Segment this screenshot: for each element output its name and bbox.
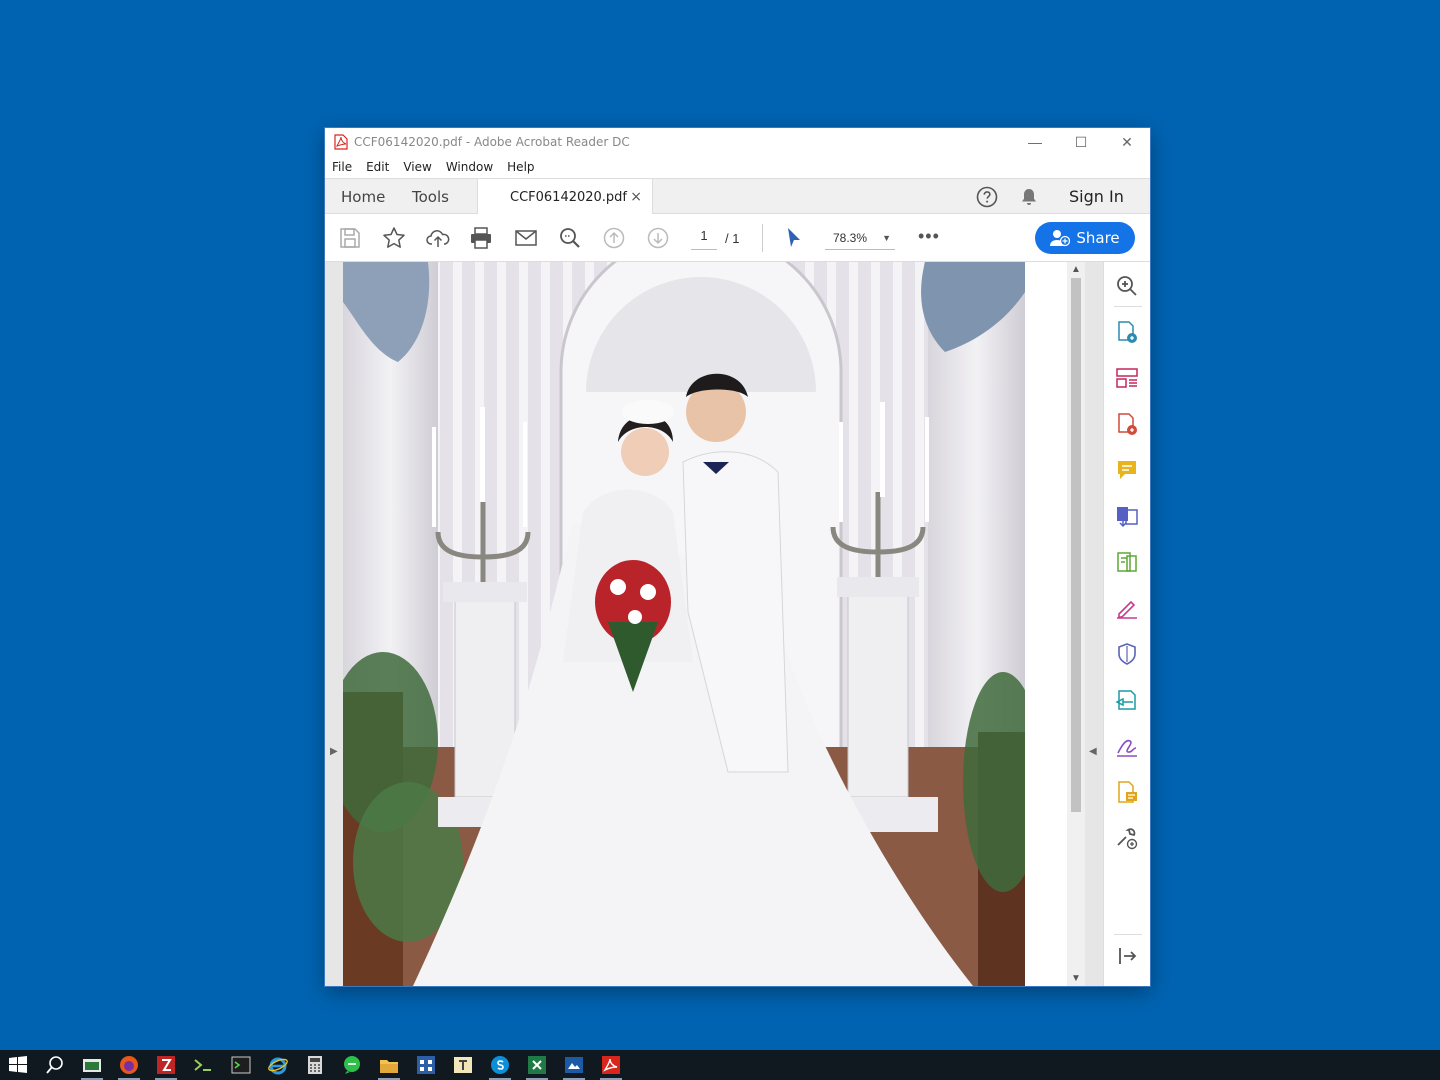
taskbar <box>0 1050 1440 1080</box>
combine-files-icon[interactable] <box>1115 504 1139 528</box>
select-cursor-icon[interactable] <box>782 226 806 250</box>
firefox-icon[interactable] <box>118 1054 140 1076</box>
organize-pages-icon[interactable] <box>1115 366 1139 390</box>
sign-in-link[interactable]: Sign In <box>1069 187 1124 206</box>
compress-icon[interactable] <box>1115 550 1139 574</box>
more-tools-icon[interactable] <box>1115 826 1139 850</box>
acrobat-app-icon <box>334 134 348 150</box>
request-signature-icon[interactable] <box>1115 734 1139 758</box>
expand-left-pane-icon[interactable]: ▶ <box>330 746 338 757</box>
fill-sign-icon[interactable] <box>1115 596 1139 620</box>
app-1-icon[interactable] <box>81 1054 103 1076</box>
search-icon[interactable] <box>44 1054 66 1076</box>
menu-file[interactable]: File <box>332 160 352 174</box>
previous-page-icon[interactable] <box>602 226 626 250</box>
cloud-upload-icon[interactable] <box>426 226 450 250</box>
export-pdf-icon[interactable] <box>1115 412 1139 436</box>
wedding-photo-page <box>343 262 1025 986</box>
help-icon[interactable] <box>976 186 998 208</box>
acrobat-window: CCF06142020.pdf - Adobe Acrobat Reader D… <box>325 128 1150 986</box>
terminal-icon[interactable] <box>230 1054 252 1076</box>
email-icon[interactable] <box>514 226 538 250</box>
pane-divider <box>1114 306 1142 307</box>
save-icon[interactable] <box>338 226 362 250</box>
tab-tools[interactable]: Tools <box>412 179 449 214</box>
scroll-up-icon[interactable]: ▲ <box>1071 264 1081 275</box>
minimize-button[interactable]: — <box>1012 128 1058 156</box>
add-user-icon <box>1050 230 1071 247</box>
title-bar: CCF06142020.pdf - Adobe Acrobat Reader D… <box>325 128 1150 156</box>
skype-icon[interactable] <box>489 1054 511 1076</box>
page-total: / 1 <box>725 231 740 246</box>
create-pdf-icon[interactable] <box>1115 320 1139 344</box>
zoom-level-dropdown[interactable]: 78.3% ▼ <box>825 228 895 250</box>
tab-document-label: CCF06142020.pdf <box>510 189 628 205</box>
send-review-icon[interactable] <box>1115 688 1139 712</box>
app-15-icon[interactable] <box>563 1054 585 1076</box>
calculator-icon[interactable] <box>304 1054 326 1076</box>
page-margin <box>1025 262 1067 986</box>
menu-edit[interactable]: Edit <box>366 160 389 174</box>
more-tools-ellipsis-icon[interactable]: ••• <box>918 226 940 247</box>
zoom-value: 78.3% <box>833 231 868 245</box>
zoom-search-icon[interactable] <box>558 226 582 250</box>
chat-icon[interactable] <box>341 1054 363 1076</box>
filezilla-icon[interactable] <box>155 1054 177 1076</box>
collapse-panel-icon[interactable] <box>1115 944 1139 968</box>
edit-pdf-icon[interactable] <box>1115 780 1139 804</box>
app-12-icon[interactable] <box>452 1054 474 1076</box>
share-button[interactable]: Share <box>1035 222 1135 254</box>
tab-close-button[interactable]: × <box>630 189 642 205</box>
excel-icon[interactable] <box>526 1054 548 1076</box>
document-viewport[interactable]: ▶ ▲ ▼ ◀ <box>325 262 1103 986</box>
toolbar-divider <box>762 224 763 252</box>
chevron-down-icon: ▼ <box>882 233 891 243</box>
comment-icon[interactable] <box>1115 458 1139 482</box>
menu-view[interactable]: View <box>403 160 431 174</box>
notification-bell-icon[interactable] <box>1019 187 1039 207</box>
menu-window[interactable]: Window <box>446 160 493 174</box>
tab-bar: Home Tools CCF06142020.pdf × Sign In <box>325 178 1150 215</box>
share-button-label: Share <box>1076 229 1120 247</box>
collapse-right-pane-icon[interactable]: ◀ <box>1089 746 1097 757</box>
acrobat-icon[interactable] <box>600 1054 622 1076</box>
vertical-scrollbar[interactable]: ▲ ▼ <box>1067 262 1085 986</box>
file-explorer-icon[interactable] <box>378 1054 400 1076</box>
internet-explorer-icon[interactable] <box>267 1054 289 1076</box>
print-icon[interactable] <box>469 226 493 250</box>
menu-bar: File Edit View Window Help <box>325 156 1150 178</box>
protect-icon[interactable] <box>1115 642 1139 666</box>
close-button[interactable]: ✕ <box>1104 128 1150 156</box>
maximize-button[interactable]: ☐ <box>1058 128 1104 156</box>
page-number-input[interactable]: 1 <box>691 228 717 250</box>
app-4-icon[interactable] <box>192 1054 214 1076</box>
scroll-thumb[interactable] <box>1071 278 1081 812</box>
tools-pane <box>1103 262 1150 986</box>
window-title: CCF06142020.pdf - Adobe Acrobat Reader D… <box>354 135 630 149</box>
start-icon[interactable] <box>7 1054 29 1076</box>
zoom-icon[interactable] <box>1115 274 1139 298</box>
tab-home[interactable]: Home <box>341 179 385 214</box>
menu-help[interactable]: Help <box>507 160 534 174</box>
app-11-icon[interactable] <box>415 1054 437 1076</box>
pane-divider <box>1114 934 1142 935</box>
bookmark-star-icon[interactable] <box>382 226 406 250</box>
next-page-icon[interactable] <box>646 226 670 250</box>
tab-document[interactable]: CCF06142020.pdf × <box>477 179 653 215</box>
toolbar: 1 / 1 78.3% ▼ ••• <box>325 214 1150 262</box>
scroll-down-icon[interactable]: ▼ <box>1071 973 1081 984</box>
